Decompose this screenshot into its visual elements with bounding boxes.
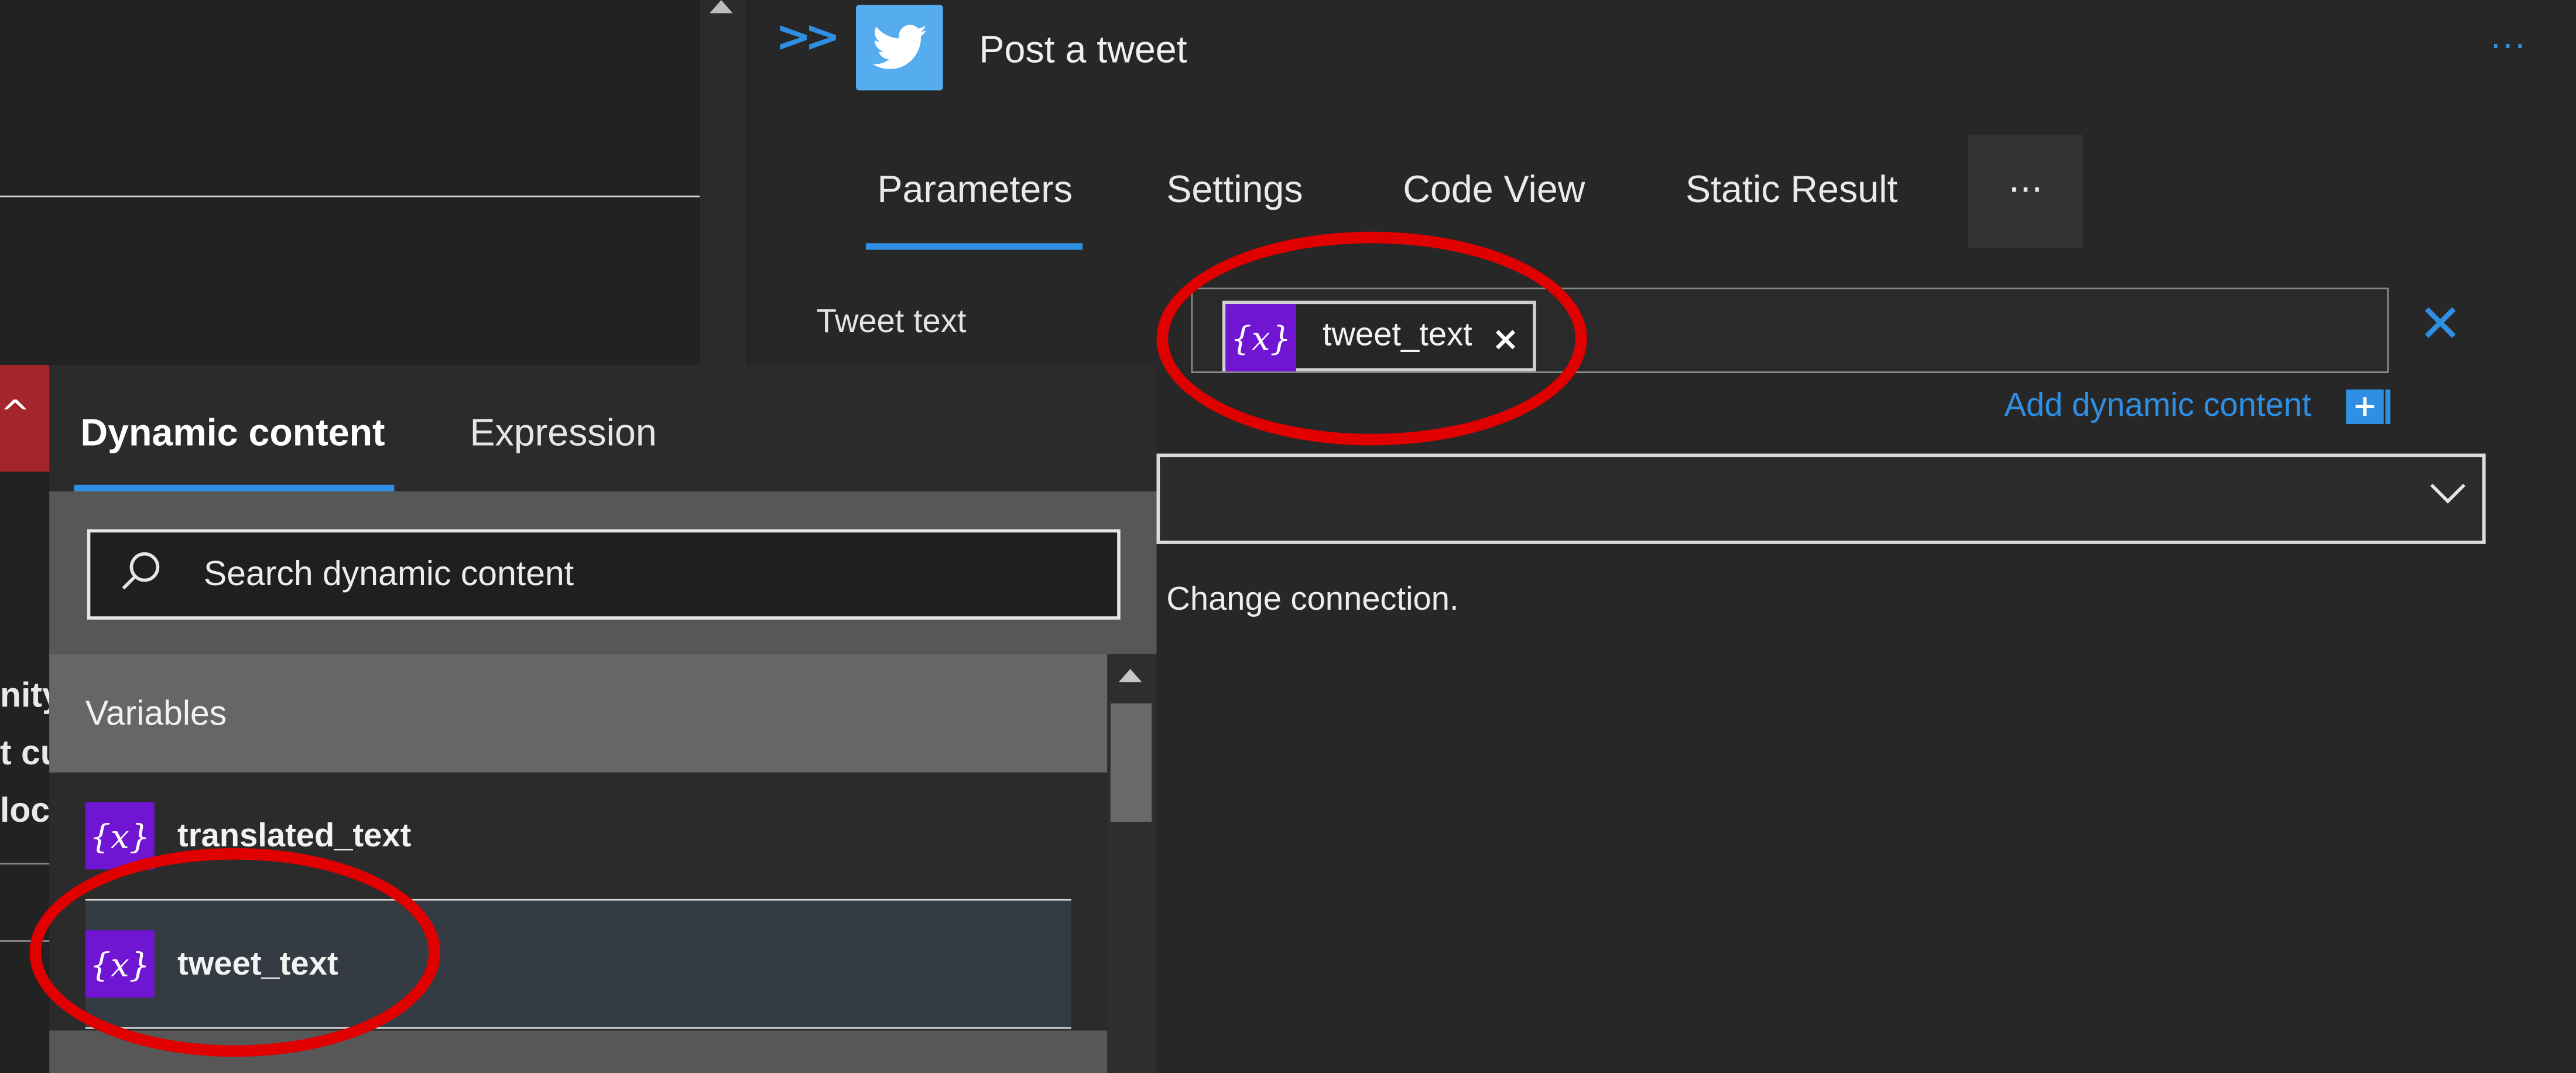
annotation-circle [29,848,441,1057]
tab-static-result[interactable]: Static Result [1686,168,1897,212]
tab-code-view[interactable]: Code View [1403,168,1585,212]
annotation-circle [1156,231,1587,446]
tabs-overflow-button[interactable]: ··· [1968,135,2084,248]
tweet-text-label: Tweet text [816,304,967,340]
chevron-down-icon[interactable] [2428,480,2467,506]
tab-parameters[interactable]: Parameters [877,168,1073,212]
twitter-icon [855,5,943,91]
tab-settings[interactable]: Settings [1166,168,1303,212]
clear-field-icon[interactable]: ✕ [2419,292,2462,355]
tab-expression[interactable]: Expression [470,411,657,456]
expand-chevron-icon[interactable]: >> [775,13,840,62]
canvas-text-fragment: loc [0,792,50,831]
search-icon [122,552,160,590]
connection-select[interactable] [1156,453,2486,544]
active-tab-indicator [865,243,1083,250]
add-icon[interactable]: + [2346,389,2384,424]
canvas-divider [0,195,700,197]
tab-dynamic-content[interactable]: Dynamic content [80,411,385,456]
group-label: Variables [85,695,227,733]
search-input[interactable] [203,555,1091,595]
more-options-icon[interactable]: ··· [2491,26,2527,66]
scroll-up-icon[interactable] [710,0,733,13]
change-connection-link[interactable]: Change connection. [1166,582,1458,620]
add-icon-edge [2385,389,2390,424]
collapse-caret-icon[interactable]: ^ [0,394,30,435]
list-scrollbar-thumb[interactable] [1110,703,1152,822]
add-dynamic-content-link[interactable]: Add dynamic content [2004,388,2311,426]
action-title[interactable]: Post a tweet [979,28,1187,73]
scroll-up-icon[interactable] [1118,669,1142,682]
active-tab-indicator [74,484,395,492]
canvas-divider [0,863,53,865]
screen: ^ nity t cu loc >> Post a tweet ··· Para… [0,0,2576,1073]
